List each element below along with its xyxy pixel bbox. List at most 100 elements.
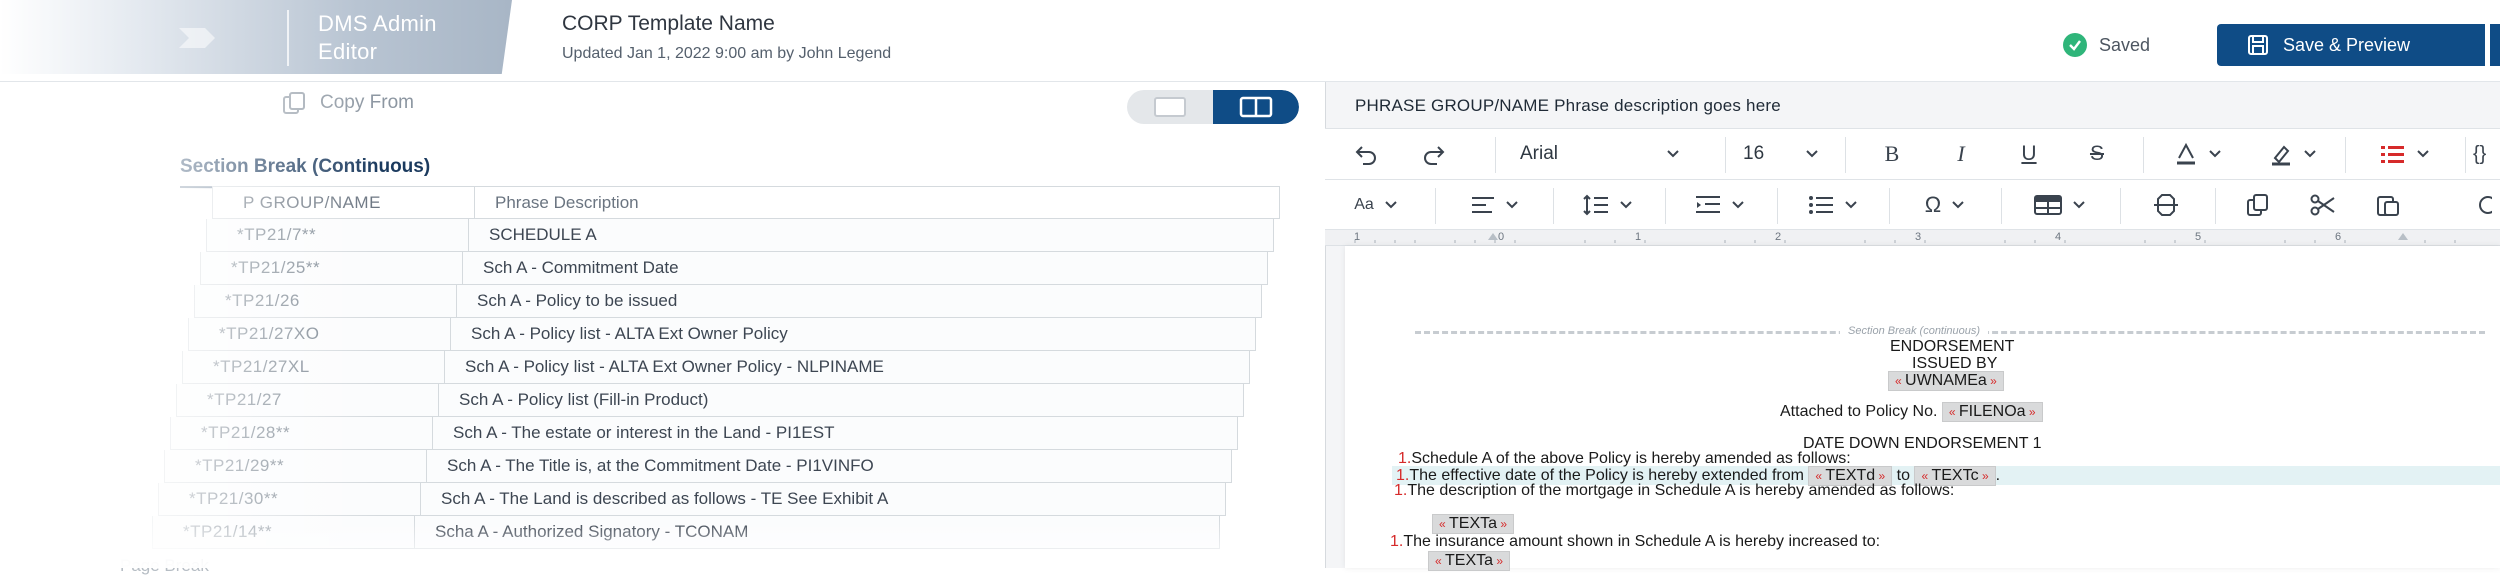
chevron-down-icon — [1952, 200, 1964, 208]
doc-texta-1: « TEXTa » — [1432, 514, 1515, 534]
cut-button[interactable] — [2300, 180, 2346, 229]
font-color-select[interactable] — [2160, 129, 2236, 179]
toolbar-separator — [1553, 188, 1554, 224]
phrase-description: Sch A - The Title is, at the Commitment … — [447, 456, 874, 475]
section-break-title: Section Break (Continuous) — [180, 156, 431, 177]
doc-uwname-line: « UWNAMEa » — [1888, 371, 2004, 391]
undo-icon — [1355, 146, 1376, 165]
toolbar-separator — [1665, 188, 1666, 224]
align-select[interactable] — [1457, 180, 1533, 229]
numbered-list-select[interactable] — [2363, 129, 2447, 179]
text-style-select[interactable]: Aa — [1343, 180, 1409, 229]
table-row[interactable]: *TP21/27XO Sch A - Policy list - ALTA Ex… — [188, 318, 1256, 351]
phrase-group-name: *TP21/25** — [201, 252, 463, 284]
table-row[interactable]: *TP21/27 Sch A - Policy list (Fill-in Pr… — [176, 384, 1244, 417]
phrase-group-name: *TP21/27XL — [183, 351, 445, 383]
font-family-select[interactable]: Arial — [1520, 129, 1680, 179]
phrase-description: Sch A - Policy list - ALTA Ext Owner Pol… — [471, 324, 788, 343]
more-tools-button[interactable] — [2465, 180, 2500, 229]
bullet-list-select[interactable] — [1795, 180, 1871, 229]
merge-field[interactable]: « TEXTa » — [1428, 551, 1511, 571]
table-row[interactable]: *TP21/29** Sch A - The Title is, at the … — [164, 450, 1232, 483]
save-options-toggle[interactable] — [2490, 24, 2500, 66]
ruler-number: 3 — [1915, 231, 1922, 243]
phrase-group-name: *TP21/27XO — [189, 318, 451, 350]
copy-button[interactable] — [2235, 180, 2281, 229]
merge-field[interactable]: « UWNAMEa » — [1888, 371, 2004, 391]
bold-button[interactable]: B — [1870, 129, 1914, 179]
table-row[interactable]: *TP21/30** Sch A - The Land is described… — [158, 483, 1226, 516]
ruler-number: 1 — [1354, 231, 1361, 243]
saved-label: Saved — [2099, 34, 2151, 55]
indent-select[interactable] — [1682, 180, 1758, 229]
indent-icon — [1696, 195, 1720, 213]
column-header-description: Phrase Description — [495, 192, 639, 212]
italic-button[interactable]: I — [1939, 129, 1983, 179]
highlight-color-select[interactable] — [2255, 129, 2331, 179]
special-character-select[interactable]: Ω — [1907, 180, 1983, 229]
phrase-description: Sch A - The estate or interest in the La… — [453, 423, 835, 442]
table-select[interactable] — [2018, 180, 2102, 229]
toolbar-separator — [2001, 188, 2002, 224]
doc-endorsement-title: ENDORSEMENT — [1890, 338, 2015, 355]
phrase-description: Sch A - Policy list - ALTA Ext Owner Pol… — [465, 357, 884, 376]
bullet-list-icon — [1809, 195, 1833, 214]
insert-field-icon — [2154, 193, 2178, 216]
strikethrough-button[interactable]: S — [2075, 129, 2119, 179]
omega-icon: Ω — [1924, 191, 1942, 217]
redo-button[interactable] — [1411, 129, 1457, 179]
toolbar-separator — [2120, 188, 2121, 224]
phrase-heading: PHRASE GROUP/NAME Phrase description goe… — [1355, 96, 1781, 115]
chevron-down-icon — [1732, 200, 1744, 208]
ruler-number: 0 — [1498, 231, 1505, 243]
phrase-description: Sch A - Commitment Date — [483, 258, 679, 277]
table-header-row: P GROUP/NAME Phrase Description — [212, 186, 1280, 219]
editor-toolbar-bottom: Aa Ω — [1325, 180, 2500, 230]
merge-field[interactable]: « TEXTa » — [1432, 514, 1515, 534]
save-icon — [2248, 35, 2268, 55]
text-style-icon: Aa — [1354, 195, 1374, 213]
table-row[interactable]: *TP21/27XL Sch A - Policy list - ALTA Ex… — [182, 351, 1250, 384]
table-row[interactable]: *TP21/25** Sch A - Commitment Date — [200, 252, 1268, 285]
chevron-down-icon — [2209, 150, 2221, 158]
save-and-preview-button[interactable]: Save & Preview — [2217, 24, 2485, 66]
toolbar-separator — [1435, 188, 1436, 224]
toolbar-separator — [1495, 137, 1496, 173]
editor-toolbar-top: Arial 16 B I U S {} — [1325, 128, 2500, 180]
section-break-label: Section Break (continuous) — [1840, 325, 1989, 337]
font-size-value: 16 — [1743, 143, 1765, 164]
copy-icon — [2247, 193, 2268, 216]
line-spacing-select[interactable] — [1570, 180, 1646, 229]
code-button[interactable]: {} — [2473, 129, 2500, 179]
font-family-value: Arial — [1520, 143, 1559, 164]
merge-field[interactable]: « FILENOa » — [1941, 402, 2043, 422]
toolbar-separator — [1889, 188, 1890, 224]
font-color-icon — [2177, 142, 2195, 165]
phrase-group-name: *TP21/26 — [195, 285, 457, 317]
line-spacing-icon — [1583, 194, 1608, 215]
strikethrough-icon: S — [2089, 142, 2104, 165]
column-header-group: P GROUP/NAME — [213, 187, 475, 218]
table-row[interactable]: *TP21/28** Sch A - The estate or interes… — [170, 417, 1238, 450]
editor-ruler: 1 0 1 2 3 4 5 6 — [1325, 230, 2500, 246]
ruler-number: 5 — [2195, 231, 2202, 243]
undo-button[interactable] — [1343, 129, 1389, 179]
phrase-description: SCHEDULE A — [489, 225, 597, 244]
insert-field-button[interactable] — [2141, 180, 2191, 229]
saved-status: Saved — [2063, 33, 2151, 57]
doc-item-4: 1.The insurance amount shown in Schedule… — [1390, 533, 1881, 550]
table-row[interactable]: *TP21/7** SCHEDULE A — [206, 219, 1274, 252]
font-size-select[interactable]: 16 — [1743, 129, 1819, 179]
table-row[interactable]: *TP21/26 Sch A - Policy to be issued — [194, 285, 1262, 318]
phrase-group-name: *TP21/7** — [207, 219, 469, 251]
underline-button[interactable]: U — [2007, 129, 2051, 179]
phrase-description: Sch A - Policy to be issued — [477, 291, 678, 310]
bold-icon: B — [1884, 141, 1900, 166]
toolbar-separator — [1725, 137, 1726, 173]
italic-icon: I — [1957, 141, 1965, 166]
ruler-number: 6 — [2335, 231, 2342, 243]
chevron-down-icon — [2304, 150, 2316, 158]
chevron-down-icon — [2073, 200, 2085, 208]
table-row[interactable]: *TP21/14** Scha A - Authorized Signatory… — [152, 516, 1220, 549]
paste-button[interactable] — [2365, 180, 2411, 229]
